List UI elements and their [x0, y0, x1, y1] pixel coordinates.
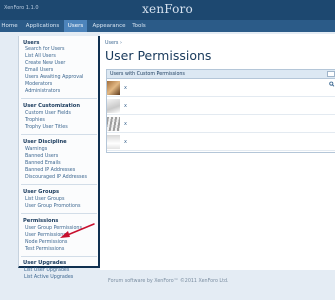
sidebar-link-list-upgrades[interactable]: List User Upgrades	[24, 268, 69, 273]
page-title: User Permissions	[105, 48, 212, 63]
sidebar-link-moderators[interactable]: Moderators	[25, 82, 52, 87]
user-name[interactable]: x	[124, 85, 127, 91]
breadcrumb[interactable]: Users ›	[105, 41, 122, 46]
sidebar-link-administrators[interactable]: Administrators	[25, 89, 60, 94]
sidebar-link-group-promotions[interactable]: User Group Promotions	[25, 204, 81, 209]
sidebar-link-custom-fields[interactable]: Custom User Fields	[25, 111, 71, 116]
custom-permissions-panel: Users with Custom Permissions x x x x	[106, 69, 335, 153]
sidebar-link-user-permissions[interactable]: User Permissions	[25, 233, 66, 238]
sidebar-link-banned-emails[interactable]: Banned Emails	[25, 161, 61, 166]
footer-copyright: Forum software by XenForo™ ©2011 XenForo…	[108, 279, 229, 284]
panel-heading: Users with Custom Permissions	[110, 72, 185, 77]
sidebar-link-test-permissions[interactable]: Test Permissions	[25, 247, 64, 252]
sidebar-divider	[21, 134, 97, 135]
sidebar-link-warnings[interactable]: Warnings	[25, 147, 47, 152]
sidebar-divider	[21, 184, 97, 185]
sidebar-divider	[21, 256, 97, 257]
sidebar-heading-users: Users	[23, 40, 40, 46]
magnifier-icon[interactable]	[327, 71, 335, 87]
sidebar-divider	[21, 98, 97, 99]
sidebar-heading-customization: User Customization	[23, 103, 81, 109]
sidebar-link-create-user[interactable]: Create New User	[25, 61, 65, 66]
tab-appearance[interactable]: Appearance	[90, 20, 128, 32]
admin-header: XenForo 1.1.0 xenForo	[0, 0, 335, 20]
sidebar-heading-discipline: User Discipline	[23, 139, 67, 145]
sidebar-link-group-permissions[interactable]: User Group Permissions	[25, 226, 82, 231]
user-name[interactable]: x	[124, 103, 127, 109]
main-navigation: Home Applications Users Appearance Tools	[0, 20, 335, 32]
tab-users[interactable]: Users	[64, 20, 87, 32]
sidebar-link-trophy-titles[interactable]: Trophy User Titles	[25, 125, 68, 130]
avatar	[107, 81, 120, 95]
sidebar-link-banned-users[interactable]: Banned Users	[25, 154, 58, 159]
sidebar-link-node-permissions[interactable]: Node Permissions	[25, 240, 67, 245]
sidebar-link-list-groups[interactable]: List User Groups	[25, 197, 64, 202]
sidebar-link-banned-ips[interactable]: Banned IP Addresses	[25, 168, 75, 173]
list-item[interactable]: x	[107, 134, 335, 151]
tab-applications[interactable]: Applications	[22, 20, 63, 32]
list-item[interactable]: x	[107, 98, 335, 115]
sidebar-heading-permissions: Permissions	[23, 218, 59, 224]
avatar	[107, 135, 120, 149]
avatar	[107, 117, 120, 131]
avatar	[107, 99, 120, 113]
user-name[interactable]: x	[124, 139, 127, 145]
list-item[interactable]: x	[107, 116, 335, 133]
main-content: Users › User Permissions Users with Cust…	[100, 34, 335, 270]
sidebar-link-trophies[interactable]: Trophies	[25, 118, 45, 123]
tab-tools[interactable]: Tools	[129, 20, 149, 32]
xenforo-logo: xenForo	[142, 2, 193, 16]
sidebar-link-search-users[interactable]: Search for Users	[25, 47, 65, 52]
tab-home[interactable]: Home	[0, 20, 19, 32]
sidebar: Users Search for Users List All Users Cr…	[18, 36, 100, 268]
list-item[interactable]: x	[107, 80, 335, 97]
sidebar-link-active-upgrades[interactable]: List Active Upgrades	[24, 275, 73, 280]
panel-header: Users with Custom Permissions	[107, 70, 335, 87]
sidebar-heading-upgrades: User Upgrades	[23, 260, 67, 266]
sidebar-link-discouraged-ips[interactable]: Discouraged IP Addresses	[25, 175, 87, 180]
sidebar-link-list-all-users[interactable]: List All Users	[25, 54, 56, 59]
sidebar-link-email-users[interactable]: Email Users	[25, 68, 53, 73]
sidebar-link-awaiting-approval[interactable]: Users Awaiting Approval	[25, 75, 83, 80]
user-name[interactable]: x	[124, 121, 127, 127]
sidebar-divider	[21, 213, 97, 214]
sidebar-heading-groups: User Groups	[23, 189, 60, 195]
